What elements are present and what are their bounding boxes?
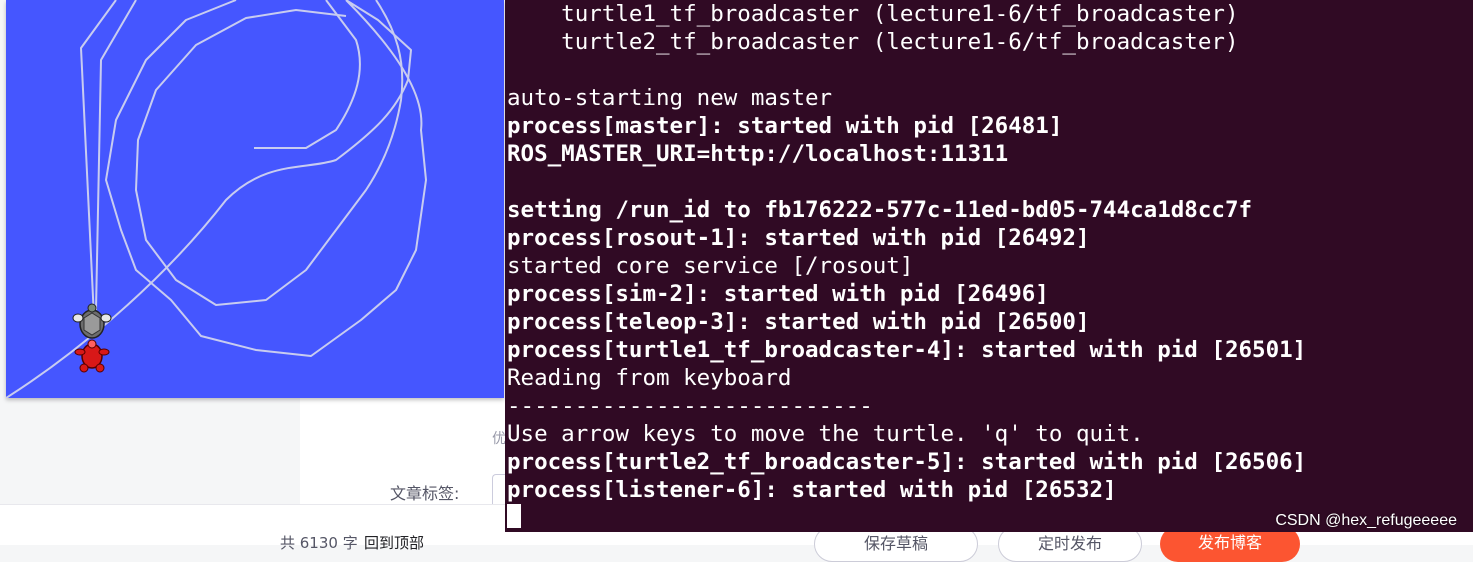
turtle-icon	[72, 303, 112, 339]
terminal-line: turtle2_tf_broadcaster (lecture1-6/tf_br…	[507, 29, 1239, 55]
terminal-line: turtle1_tf_broadcaster (lecture1-6/tf_br…	[507, 1, 1239, 27]
terminal-line: process[master]: started with pid [26481…	[507, 113, 1063, 139]
partial-label: 优	[492, 431, 506, 447]
turtle-trail-canvas	[6, 0, 427, 398]
terminal-line: ---------------------------	[507, 393, 873, 419]
terminal-line: Reading from keyboard	[507, 365, 792, 391]
terminal-line: process[listener-6]: started with pid [2…	[507, 477, 1117, 503]
terminal-line: process[teleop-3]: started with pid [265…	[507, 309, 1090, 335]
terminal-window[interactable]: turtle1_tf_broadcaster (lecture1-6/tf_br…	[505, 0, 1473, 532]
turtlesim-window	[6, 0, 504, 398]
terminal-line: auto-starting new master	[507, 85, 833, 111]
csdn-watermark: CSDN @hex_refugeeeee	[1275, 512, 1457, 529]
terminal-line: process[rosout-1]: started with pid [264…	[507, 225, 1090, 251]
editor-side-panel	[0, 380, 300, 504]
word-count: 共 6130 字	[280, 534, 358, 552]
terminal-line: ROS_MASTER_URI=http://localhost:11311	[507, 141, 1009, 167]
terminal-line: setting /run_id to fb176222-577c-11ed-bd…	[507, 197, 1253, 223]
back-to-top-link[interactable]: 回到顶部	[364, 532, 424, 553]
terminal-line: process[sim-2]: started with pid [26496]	[507, 281, 1049, 307]
article-tags-label: 文章标签:	[390, 484, 460, 503]
terminal-line: started core service [/rosout]	[507, 253, 914, 279]
terminal-cursor	[507, 504, 521, 528]
terminal-line: process[turtle2_tf_broadcaster-5]: start…	[507, 449, 1307, 475]
terminal-line: Use arrow keys to move the turtle. 'q' t…	[507, 421, 1144, 447]
terminal-line: process[turtle1_tf_broadcaster-4]: start…	[507, 337, 1307, 363]
trail-path-main	[6, 0, 427, 398]
